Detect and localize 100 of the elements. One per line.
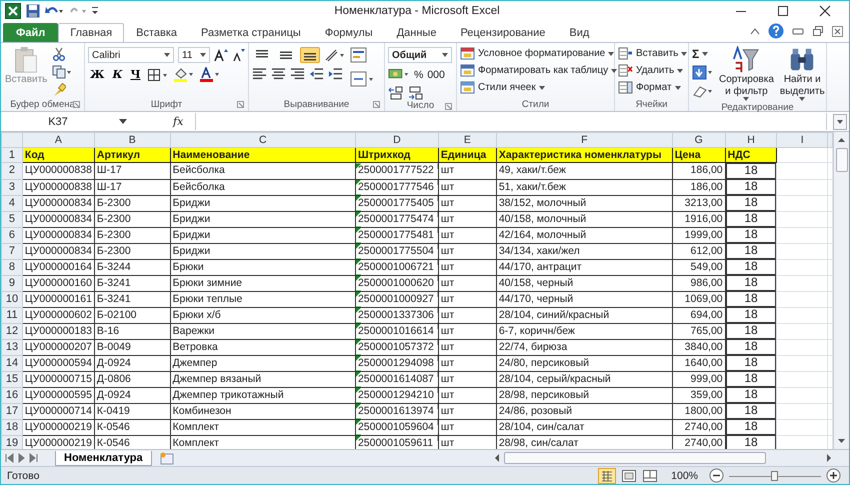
fill-icon[interactable]	[692, 65, 714, 80]
font-name-field[interactable]: Calibri	[88, 47, 174, 63]
collapse-ribbon-icon[interactable]	[750, 27, 760, 35]
ribbon-tab[interactable]: Разметка страницы	[189, 23, 313, 42]
formula-field[interactable]	[195, 113, 827, 130]
thousands-separator-button[interactable]: 000	[427, 68, 445, 80]
borders-icon[interactable]	[146, 68, 168, 82]
fill-color-icon[interactable]	[172, 67, 194, 82]
row-header[interactable]: 12	[2, 323, 22, 339]
column-header[interactable]: F	[496, 132, 672, 148]
row-header[interactable]: 11	[2, 307, 22, 323]
ribbon-tab[interactable]: Рецензирование	[448, 23, 558, 42]
styles-menu-button[interactable]: Форматировать как таблицу	[460, 64, 618, 77]
scroll-right-icon[interactable]	[825, 453, 833, 463]
copy-icon[interactable]	[52, 65, 72, 79]
row-header[interactable]: 9	[2, 275, 22, 291]
page-layout-icon[interactable]	[621, 468, 638, 482]
expand-icon[interactable]	[833, 114, 847, 130]
row-header[interactable]: 19	[2, 435, 22, 449]
scroll-left-icon[interactable]	[493, 453, 501, 463]
font-color-icon[interactable]	[198, 67, 220, 82]
autosum-button[interactable]: Σ	[692, 47, 714, 61]
zoom-slider[interactable]	[729, 470, 821, 482]
column-header[interactable]: B	[94, 132, 170, 148]
scroll-up-icon[interactable]	[836, 136, 847, 144]
scroll-thumb[interactable]	[504, 452, 766, 464]
dropdown-icon[interactable]	[119, 119, 127, 124]
cut-icon[interactable]	[52, 47, 66, 61]
percent-style-button[interactable]: %	[414, 68, 424, 80]
zoom-in-icon[interactable]	[826, 468, 841, 483]
decrease-indent-icon[interactable]	[309, 67, 324, 81]
grow-font-icon[interactable]	[214, 48, 228, 62]
column-header[interactable]: H	[725, 132, 777, 148]
file-tab[interactable]: Файл	[3, 23, 58, 42]
ribbon-tab[interactable]: Вид	[557, 23, 602, 42]
row-header[interactable]: 7	[2, 243, 22, 259]
increase-decimal-icon[interactable]	[388, 86, 404, 100]
column-header[interactable]: I	[776, 132, 828, 148]
orientation-icon[interactable]	[324, 48, 346, 62]
ribbon-tab[interactable]: Главная	[58, 23, 124, 42]
row-header[interactable]: 10	[2, 291, 22, 307]
vertical-scrollbar[interactable]	[833, 132, 849, 449]
column-header[interactable]: A	[22, 132, 94, 148]
cells-menu-button[interactable]: Удалить	[618, 64, 688, 77]
scroll-down-icon[interactable]	[836, 437, 847, 445]
scroll-thumb[interactable]	[836, 148, 848, 172]
restore-icon[interactable]	[812, 25, 824, 37]
font-size-field[interactable]: 11	[178, 47, 210, 63]
number-format-field[interactable]: Общий	[388, 47, 452, 63]
ribbon-tab[interactable]: Вставка	[124, 23, 190, 42]
column-header[interactable]: C	[170, 132, 356, 148]
cells-menu-button[interactable]: Вставить	[618, 47, 688, 60]
styles-menu-button[interactable]: Условное форматирование	[460, 47, 618, 60]
underline-button[interactable]: Ч	[128, 68, 142, 81]
column-header[interactable]: G	[672, 132, 726, 148]
row-header[interactable]: 2	[2, 162, 22, 179]
row-header[interactable]: 4	[2, 195, 22, 211]
italic-button[interactable]: К	[110, 68, 124, 81]
shrink-font-icon[interactable]	[232, 48, 245, 62]
app-icon[interactable]	[5, 3, 21, 19]
column-header[interactable]: D	[355, 132, 438, 148]
row-header[interactable]: 14	[2, 355, 22, 371]
dialog-launcher-icon[interactable]	[237, 101, 244, 108]
align-text-icon[interactable]	[252, 67, 267, 81]
align-text-icon[interactable]	[271, 67, 286, 81]
cells-menu-button[interactable]: Формат	[618, 81, 688, 94]
close-icon[interactable]	[819, 5, 831, 17]
page-break-icon[interactable]	[642, 468, 658, 482]
ribbon-tab[interactable]: Формулы	[312, 23, 385, 42]
maximize-icon[interactable]	[777, 5, 789, 17]
row-header[interactable]: 1	[2, 148, 22, 162]
row-header[interactable]: 8	[2, 259, 22, 275]
customize-icon[interactable]	[91, 5, 99, 17]
column-header[interactable]: E	[438, 132, 496, 148]
row-header[interactable]: 18	[2, 419, 22, 435]
row-header[interactable]: 17	[2, 403, 22, 419]
zoom-level[interactable]: 100%	[663, 470, 704, 482]
dialog-launcher-icon[interactable]	[373, 101, 380, 108]
vertical-align-button[interactable]	[300, 47, 320, 63]
decrease-decimal-icon[interactable]	[408, 86, 424, 100]
zoom-out-icon[interactable]	[709, 468, 724, 483]
styles-menu-button[interactable]: Стили ячеек	[460, 81, 618, 94]
bold-button[interactable]: Ж	[88, 68, 106, 81]
row-header[interactable]: 15	[2, 371, 22, 387]
wrap-text-icon[interactable]	[350, 47, 368, 63]
dialog-launcher-icon[interactable]	[73, 101, 80, 108]
row-header[interactable]: 16	[2, 387, 22, 403]
align-text-icon[interactable]	[290, 67, 305, 81]
save-icon[interactable]	[26, 4, 40, 18]
name-box[interactable]: K37	[3, 116, 113, 128]
format-painter-icon[interactable]	[52, 83, 66, 97]
help-icon[interactable]	[768, 23, 784, 39]
eraser-icon[interactable]	[692, 84, 714, 99]
sort-filter-button[interactable]: Сортировка и фильтр	[718, 45, 775, 102]
row-header[interactable]: 6	[2, 227, 22, 243]
sheet-tab[interactable]: Номенклатура	[55, 450, 152, 466]
row-header[interactable]: 3	[2, 179, 22, 195]
minimize-icon[interactable]	[792, 26, 804, 36]
close-icon[interactable]	[832, 26, 843, 36]
row-header[interactable]: 13	[2, 339, 22, 355]
